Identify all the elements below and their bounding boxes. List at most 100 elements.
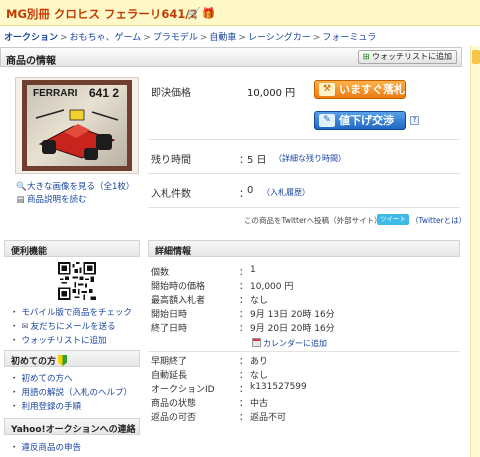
read-description-label: 商品説明を読む: [27, 195, 87, 205]
bullet: ・: [10, 402, 19, 412]
mobile-check-label: モバイル版で商品をチェック: [21, 308, 133, 318]
time-left-label: 残り時間: [151, 155, 191, 166]
twitter-share-text: この商品をTwitterへ投稿（外部サイト）: [244, 216, 382, 225]
detail-label: 個数: [151, 268, 170, 278]
read-description-link[interactable]: ▤ 商品説明を読む: [16, 193, 87, 205]
plus-icon: ⊞: [362, 52, 370, 61]
negotiate-button-label: 値下げ交渉: [339, 114, 394, 127]
buy-now-button-label: いますぐ落札: [339, 83, 405, 96]
detail-value: 中古: [250, 399, 269, 409]
bid-count-value: 0: [247, 185, 254, 196]
about-twitter-link[interactable]: （Twitterとは）: [411, 215, 466, 226]
detail-label: 終了日時: [151, 324, 188, 334]
report-violation-label: 違反商品の申告: [21, 443, 82, 453]
detail-value: あり: [250, 357, 269, 367]
breadcrumb-item-formula[interactable]: フォーミュラ: [322, 33, 376, 43]
right-sidebar-tab[interactable]: [472, 50, 480, 64]
breadcrumb-separator: >: [60, 33, 68, 43]
glossary-label: 用語の解説（入札のヘルプ）: [21, 388, 133, 398]
negotiate-price-button[interactable]: ✎ 値下げ交渉: [314, 111, 406, 130]
watch-button-label: ウォッチリストに追加: [372, 52, 452, 61]
cover-number-text: 641 2: [89, 86, 120, 100]
detail-colon: ：: [239, 413, 249, 423]
send-email-link[interactable]: ・ ✉ 友だちにメールを送る: [10, 320, 116, 332]
breadcrumb-item-auction[interactable]: オークション: [4, 33, 58, 43]
detail-colon: ：: [239, 357, 249, 367]
ferrari-car-illustration: [35, 109, 119, 160]
registration-steps-label: 利用登録の手順: [21, 402, 82, 412]
divider: [148, 207, 460, 208]
cart-icon: 🛒: [187, 7, 202, 20]
beginners-header: 初めての方: [4, 350, 140, 367]
breadcrumb: オークション > おもちゃ、ゲーム > プラモデル > 自動車 > レーシングカー > フォーミュラ: [4, 30, 376, 43]
breadcrumb-item-plamodel[interactable]: プラモデル: [153, 33, 198, 43]
right-sidebar-strip: [470, 46, 480, 457]
registration-steps-link[interactable]: ・利用登録の手順: [10, 400, 81, 412]
divider: [148, 139, 460, 140]
bullet: ・: [10, 388, 19, 398]
calendar-icon: [252, 338, 261, 347]
product-info-bar: 商品の情報 ⊞ ウォッチリストに追加: [0, 47, 462, 67]
bullet: ・: [10, 336, 19, 346]
details-header: 詳細情報: [148, 240, 460, 257]
breadcrumb-separator: >: [199, 33, 208, 43]
buy-now-price-value: 10,000 円: [247, 88, 296, 99]
help-icon[interactable]: ?: [410, 116, 419, 125]
tweet-button[interactable]: ツイート: [377, 214, 409, 225]
qr-code-icon: [58, 262, 96, 300]
detail-colon: ：: [239, 282, 249, 292]
bullet: ・: [10, 443, 19, 453]
detail-value: k131527599: [250, 382, 307, 392]
sidebar-watchlist-link[interactable]: ・ウォッチリストに追加: [10, 334, 107, 346]
detail-label: 商品の状態: [151, 399, 197, 409]
report-violation-link[interactable]: ・違反商品の申告: [10, 441, 81, 453]
glossary-link[interactable]: ・用語の解説（入札のヘルプ）: [10, 386, 132, 398]
detail-label: 最高額入札者: [151, 296, 206, 306]
detail-colon: ：: [239, 310, 249, 320]
mail-icon: ✉: [21, 322, 29, 332]
bid-history-link[interactable]: （入札履歴）: [262, 187, 310, 198]
for-beginners-label: 初めての方へ: [21, 374, 73, 384]
detail-label: 返品の可否: [151, 413, 197, 423]
detail-label: 自動延長: [151, 371, 188, 381]
breadcrumb-item-toys[interactable]: おもちゃ、ゲーム: [70, 33, 142, 43]
buy-now-button[interactable]: ⚒ いますぐ落札: [314, 80, 406, 99]
detail-label: 開始時の価格: [151, 282, 206, 292]
detail-value: 10,000 円: [250, 282, 294, 292]
bullet: ・: [10, 308, 19, 318]
bullet: ・: [10, 322, 19, 332]
breadcrumb-separator: >: [312, 33, 321, 43]
document-icon: ▤: [16, 195, 25, 205]
detail-colon: ：: [239, 296, 249, 306]
magnifier-icon: 🔍: [16, 182, 27, 192]
page-title: MG別冊 クロヒス フェラーリ641/2: [6, 7, 198, 21]
cover-title-text: FERRARI: [33, 88, 78, 99]
detail-label: 早期終了: [151, 357, 188, 367]
enlarge-image-label: 大きな画像を見る（全1枚）: [27, 182, 135, 192]
add-to-watchlist-button[interactable]: ⊞ ウォッチリストに追加: [357, 50, 457, 64]
detail-value: 返品不可: [250, 413, 287, 423]
detail-colon: ：: [239, 268, 249, 278]
sidebar-watchlist-label: ウォッチリストに追加: [21, 336, 107, 346]
breadcrumb-separator: >: [143, 33, 151, 43]
add-to-calendar-link[interactable]: カレンダーに追加: [252, 338, 327, 349]
breadcrumb-item-car[interactable]: 自動車: [209, 33, 236, 43]
send-email-label: 友だちにメールを送る: [30, 322, 116, 332]
detail-colon: ：: [239, 371, 249, 381]
product-info-title: 商品の情報: [6, 56, 56, 67]
mobile-check-link[interactable]: ・モバイル版で商品をチェック: [10, 306, 132, 318]
divider: [148, 173, 460, 174]
detail-colon: ：: [239, 385, 249, 395]
beginner-mark-icon: [58, 355, 68, 366]
detail-value: 9月 13日 20時 16分: [250, 310, 335, 320]
title-icons: 🛒🎁: [187, 7, 216, 20]
detail-value: なし: [250, 296, 269, 306]
useful-features-header: 便利機能: [4, 240, 140, 257]
detailed-time-left-link[interactable]: （詳細な残り時間）: [274, 153, 346, 164]
breadcrumb-item-racing[interactable]: レーシングカー: [248, 33, 311, 43]
enlarge-image-link[interactable]: 🔍大きな画像を見る（全1枚）: [16, 180, 134, 192]
for-beginners-link[interactable]: ・初めての方へ: [10, 372, 73, 384]
pencil-icon: ✎: [319, 114, 335, 127]
detail-value: 1: [250, 265, 256, 275]
detail-colon: ：: [239, 324, 249, 334]
